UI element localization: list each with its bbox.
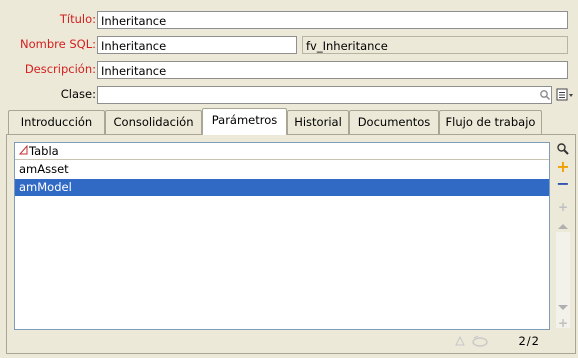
scroll-up-icon[interactable] bbox=[556, 220, 570, 230]
tab-parametros[interactable]: Parámetros bbox=[202, 108, 287, 135]
scroll-down-icon[interactable] bbox=[556, 302, 570, 312]
titulo-field[interactable]: Inheritance bbox=[97, 11, 568, 29]
add-disabled-icon: + bbox=[557, 200, 569, 214]
search-icon[interactable] bbox=[539, 87, 551, 103]
description-field[interactable]: Inheritance bbox=[97, 61, 568, 79]
grid-toolbar: + − + + bbox=[550, 142, 576, 330]
column-header-label: Tabla bbox=[29, 144, 59, 158]
column-header-tabla[interactable]: Tabla bbox=[15, 143, 549, 160]
titulo-label: Título: bbox=[59, 12, 96, 26]
table-row-selected[interactable]: amModel bbox=[15, 179, 549, 196]
record-count: 2/2 bbox=[518, 334, 540, 348]
add-bottom-icon: + bbox=[557, 316, 569, 330]
tab-historial[interactable]: Historial bbox=[287, 110, 349, 134]
clase-field[interactable] bbox=[97, 86, 552, 104]
tab-documentos[interactable]: Documentos bbox=[349, 110, 439, 134]
tab-consolidacion[interactable]: Consolidación bbox=[105, 110, 202, 134]
table-row[interactable]: amAsset bbox=[15, 161, 549, 178]
sort-icon bbox=[18, 143, 29, 160]
clase-label: Clase: bbox=[60, 87, 96, 101]
sql-name-label: Nombre SQL: bbox=[20, 37, 96, 51]
record-nav-icon[interactable] bbox=[452, 334, 492, 348]
sql-table-field: fv_Inheritance bbox=[302, 36, 568, 54]
tab-flujo-de-trabajo[interactable]: Flujo de trabajo bbox=[439, 110, 542, 134]
tab-introduccion[interactable]: Introducción bbox=[8, 110, 105, 134]
remove-icon[interactable]: − bbox=[553, 175, 573, 193]
sql-name-field[interactable]: Inheritance bbox=[97, 36, 297, 54]
table-list[interactable]: Tabla amAsset amModel bbox=[14, 142, 550, 330]
description-label: Descripción: bbox=[24, 62, 96, 76]
list-dropdown-icon[interactable] bbox=[556, 86, 574, 104]
